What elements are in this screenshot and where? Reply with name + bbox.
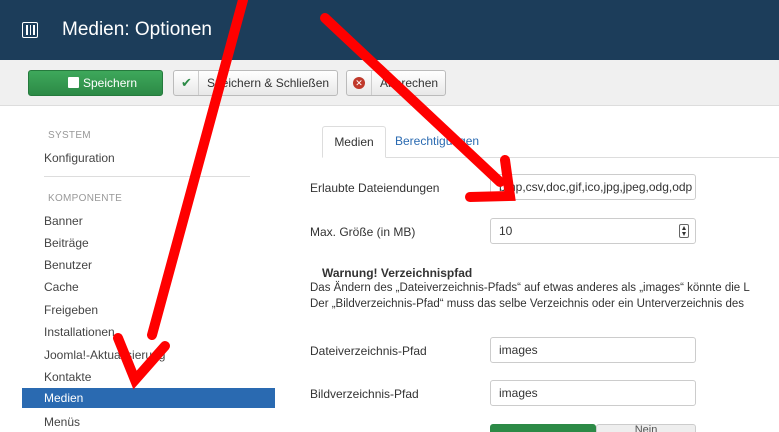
annotation-arrows [113, 0, 516, 390]
page: Medien: Optionen Speichern ✔ Speichern &… [0, 0, 779, 432]
annotation-arrow-2 [320, 13, 516, 202]
annotation-arrow-1 [113, 0, 248, 390]
